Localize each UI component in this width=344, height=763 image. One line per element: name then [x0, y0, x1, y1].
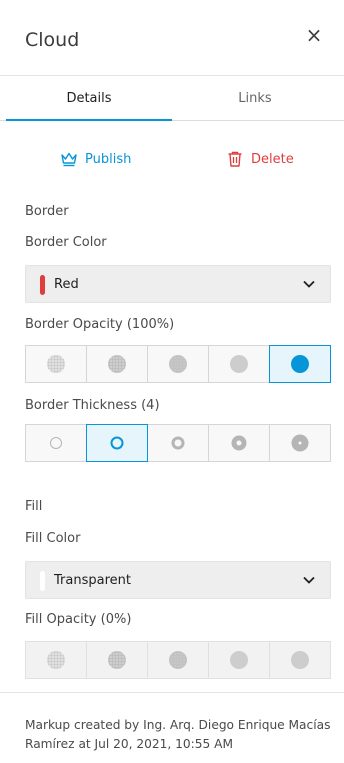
fill-opacity-option-2[interactable] — [86, 641, 148, 679]
border-thickness-option-2[interactable] — [86, 424, 148, 462]
thickness-ring-icon — [291, 434, 309, 452]
fill-opacity-selector — [25, 641, 331, 679]
thickness-ring-icon — [110, 436, 124, 450]
publish-button[interactable]: Publish — [60, 149, 131, 169]
border-opacity-selector — [25, 345, 331, 383]
border-opacity-option-5[interactable] — [269, 345, 331, 383]
border-color-label: Border Color — [25, 235, 107, 250]
border-opacity-option-4[interactable] — [208, 345, 270, 383]
delete-label: Delete — [251, 151, 294, 167]
fill-section-label: Fill — [25, 499, 43, 514]
opacity-dot-icon — [169, 355, 187, 373]
border-color-value: Red — [54, 277, 79, 292]
border-thickness-option-3[interactable] — [147, 424, 209, 462]
chevron-down-icon — [303, 576, 315, 584]
border-opacity-option-1[interactable] — [25, 345, 87, 383]
opacity-dot-icon — [47, 651, 65, 669]
fill-color-value: Transparent — [54, 573, 131, 588]
opacity-dot-icon — [291, 651, 309, 669]
border-thickness-label: Border Thickness (4) — [25, 398, 160, 413]
markup-author-info: Markup created by Ing. Arq. Diego Enriqu… — [25, 718, 331, 751]
border-opacity-option-3[interactable] — [147, 345, 209, 383]
chevron-down-icon — [303, 280, 315, 288]
tab-details[interactable]: Details — [6, 76, 172, 121]
trash-icon — [228, 151, 242, 167]
thickness-ring-icon — [171, 436, 185, 450]
crown-icon — [61, 152, 77, 167]
thickness-ring-icon — [231, 435, 247, 451]
active-tab-indicator — [6, 119, 172, 121]
panel-header: Cloud × — [0, 0, 344, 76]
footer-divider — [0, 692, 344, 693]
opacity-dot-icon — [291, 355, 309, 373]
border-color-select[interactable]: Red — [25, 265, 331, 303]
opacity-dot-icon — [108, 355, 126, 373]
panel-title: Cloud — [25, 29, 80, 51]
border-thickness-option-5[interactable] — [269, 424, 331, 462]
tab-links[interactable]: Links — [172, 76, 338, 121]
publish-label: Publish — [85, 151, 132, 167]
border-color-swatch — [40, 275, 45, 295]
border-thickness-option-1[interactable] — [25, 424, 87, 462]
border-section-label: Border — [25, 204, 69, 219]
opacity-dot-icon — [230, 651, 248, 669]
border-opacity-option-2[interactable] — [86, 345, 148, 383]
opacity-dot-icon — [230, 355, 248, 373]
opacity-dot-icon — [108, 651, 126, 669]
tab-bar: Details Links — [0, 76, 344, 121]
border-thickness-selector — [25, 424, 331, 462]
border-thickness-option-4[interactable] — [208, 424, 270, 462]
fill-opacity-option-4[interactable] — [208, 641, 270, 679]
delete-button[interactable]: Delete — [226, 149, 294, 169]
opacity-dot-icon — [47, 355, 65, 373]
fill-opacity-option-3[interactable] — [147, 641, 209, 679]
fill-color-label: Fill Color — [25, 531, 81, 546]
fill-opacity-option-5[interactable] — [269, 641, 331, 679]
fill-opacity-option-1[interactable] — [25, 641, 87, 679]
opacity-dot-icon — [169, 651, 187, 669]
border-opacity-label: Border Opacity (100%) — [25, 317, 175, 332]
close-icon[interactable]: × — [303, 24, 325, 46]
fill-opacity-label: Fill Opacity (0%) — [25, 612, 132, 627]
fill-color-select[interactable]: Transparent — [25, 561, 331, 599]
thickness-ring-icon — [50, 437, 62, 449]
fill-color-swatch — [40, 571, 45, 591]
